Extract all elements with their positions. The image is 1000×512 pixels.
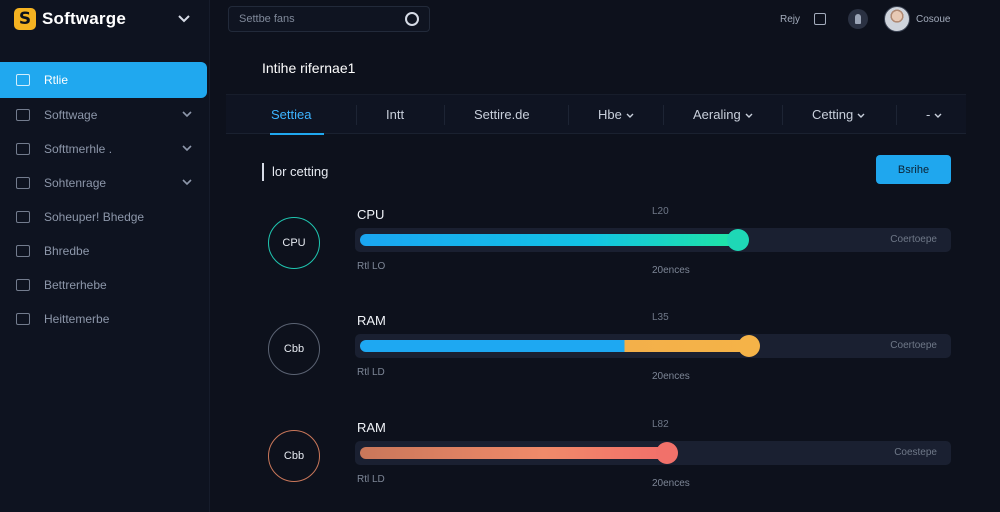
sidebar-item-label: Softtwage bbox=[44, 108, 98, 122]
meter-sub-right: 20ences bbox=[652, 265, 690, 276]
tab-label: Cetting bbox=[812, 107, 854, 122]
tab-item[interactable]: Aeraling bbox=[693, 95, 753, 135]
search-icon[interactable] bbox=[405, 12, 419, 26]
meter-sub-left: Rtl LO bbox=[357, 261, 386, 272]
slider-handle[interactable] bbox=[727, 229, 749, 251]
chevron-down-icon[interactable] bbox=[182, 177, 192, 187]
user-name[interactable]: Cosoue bbox=[916, 14, 950, 25]
help-link[interactable]: Rejy bbox=[780, 14, 800, 25]
tab-item[interactable]: Settire.de bbox=[474, 95, 530, 135]
nav-item-icon bbox=[16, 109, 30, 121]
chevron-down-icon bbox=[857, 113, 865, 118]
search-box[interactable] bbox=[228, 6, 430, 32]
meter-label: RAM bbox=[357, 420, 386, 435]
meter-sub-right: 20ences bbox=[652, 371, 690, 382]
tab-label: Settire.de bbox=[474, 107, 530, 122]
tab-item[interactable]: - bbox=[926, 95, 942, 135]
meter-value: L20 bbox=[652, 206, 669, 217]
nav-item-icon bbox=[16, 74, 30, 86]
tab-item[interactable]: Intt bbox=[386, 95, 404, 135]
avatar[interactable] bbox=[884, 6, 911, 32]
meter-slider[interactable]: Coertoepe bbox=[355, 228, 951, 252]
resource-meter: CPU CPU L20 Coertoepe Rtl LO 20ences bbox=[0, 205, 1000, 305]
tab-divider bbox=[568, 105, 569, 125]
meter-ring-label: Cbb bbox=[283, 343, 305, 355]
meter-fill bbox=[360, 234, 738, 246]
sidebar-item-label: Softtmerhle . bbox=[44, 142, 113, 156]
meter-track-label: Coertoepe bbox=[890, 340, 937, 351]
tab-label: Aeraling bbox=[693, 107, 741, 122]
meter-label: RAM bbox=[357, 313, 386, 328]
chevron-down-icon[interactable] bbox=[182, 109, 192, 119]
sidebar-item[interactable]: Softtmerhle . bbox=[0, 132, 210, 166]
meter-ring-label: Cbb bbox=[283, 450, 305, 462]
chevron-down-icon[interactable] bbox=[182, 143, 192, 153]
chevron-down-icon bbox=[626, 113, 634, 118]
app-name: Softwarge bbox=[42, 9, 126, 28]
resource-meter: Cbb RAM L82 Coestepe Rtl LD 20ences bbox=[0, 418, 1000, 512]
slider-handle[interactable] bbox=[738, 335, 760, 357]
top-right-bar: Rejy Cosoue bbox=[780, 6, 950, 32]
tab-item[interactable]: Settiea bbox=[271, 95, 311, 135]
meter-sub-left: Rtl LD bbox=[357, 367, 385, 378]
meter-ring-label: CPU bbox=[282, 237, 306, 249]
chevron-down-icon bbox=[934, 113, 942, 118]
tab-divider bbox=[663, 105, 664, 125]
tab-divider bbox=[444, 105, 445, 125]
tab-label: - bbox=[926, 107, 931, 122]
chevron-down-icon[interactable] bbox=[176, 10, 192, 26]
brand[interactable]: S Softwarge bbox=[14, 6, 126, 32]
slider-handle[interactable] bbox=[656, 442, 678, 464]
nav-item-icon bbox=[16, 143, 30, 155]
meter-slider[interactable]: Coestepe bbox=[355, 441, 951, 465]
tab-label: Intt bbox=[386, 107, 405, 122]
app-logo-icon: S bbox=[14, 8, 36, 30]
sidebar-item[interactable]: Sohtenrage bbox=[0, 166, 210, 200]
tab-bar: Settiea Intt Settire.de Hbe Aeraling Cetting - bbox=[226, 94, 966, 135]
nav-item-icon bbox=[16, 177, 30, 189]
tab-item[interactable]: Cetting bbox=[812, 95, 865, 135]
meter-track-label: Coestepe bbox=[894, 447, 937, 458]
notification-icon[interactable] bbox=[848, 9, 869, 29]
meter-sub-right: 20ences bbox=[652, 478, 690, 489]
sidebar-item[interactable]: Softtwage bbox=[0, 98, 210, 132]
meter-ring: Cbb bbox=[268, 323, 320, 375]
tab-divider bbox=[896, 105, 897, 125]
primary-action-button[interactable]: Bsrihe bbox=[876, 155, 951, 184]
meter-ring: CPU bbox=[268, 217, 320, 269]
chevron-down-icon bbox=[745, 113, 753, 118]
tab-label: Settiea bbox=[271, 107, 312, 122]
tab-divider bbox=[782, 105, 783, 125]
sidebar-item-label: Rtlie bbox=[44, 73, 69, 87]
tab-divider bbox=[356, 105, 357, 125]
meter-fill bbox=[360, 447, 667, 459]
sidebar-item-label: Sohtenrage bbox=[44, 176, 107, 190]
meter-slider[interactable]: Coertoepe bbox=[355, 334, 951, 358]
meter-track-label: Coertoepe bbox=[890, 234, 937, 245]
page-title: Intihe rifernae1 bbox=[262, 60, 356, 76]
search-input[interactable] bbox=[239, 13, 399, 25]
tab-label: Hbe bbox=[598, 107, 622, 122]
meter-value: L35 bbox=[652, 312, 669, 323]
resource-meter: Cbb RAM L35 Coertoepe Rtl LD 20ences bbox=[0, 311, 1000, 411]
meter-fill bbox=[360, 340, 749, 352]
meter-ring: Cbb bbox=[268, 430, 320, 482]
meter-label: CPU bbox=[357, 207, 385, 222]
window-icon[interactable] bbox=[814, 13, 827, 25]
tab-item[interactable]: Hbe bbox=[598, 95, 634, 135]
section-title: lor cetting bbox=[262, 163, 328, 181]
sidebar-item[interactable]: Rtlie bbox=[0, 62, 207, 98]
meter-value: L82 bbox=[652, 419, 669, 430]
meter-sub-left: Rtl LD bbox=[357, 474, 385, 485]
